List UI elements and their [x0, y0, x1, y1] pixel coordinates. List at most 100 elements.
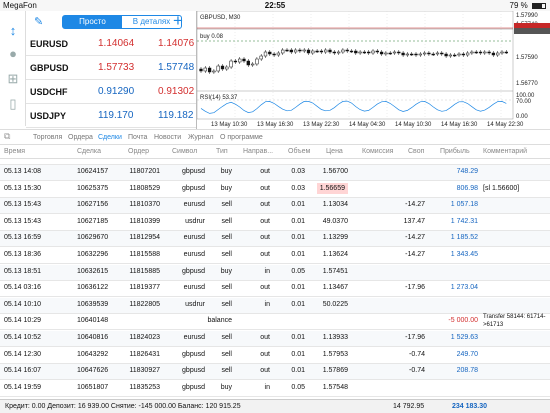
table-row[interactable]: 05.14 10:52 10640816 11824023 eurusd sell out… [0, 331, 550, 347]
column-header[interactable]: Сделка [77, 148, 101, 155]
time-axis-label: 14 May 22:30 [487, 122, 524, 128]
table-row[interactable]: 05.14 16:07 10647626 11830927 gbpusd sell out… [0, 364, 550, 381]
table-cell: 05.13 14:08 [4, 168, 41, 175]
quotes-arrows-icon[interactable]: ↕ [5, 23, 21, 39]
tab-item[interactable]: Ордера [68, 134, 93, 141]
column-header[interactable]: Время [4, 148, 25, 155]
time-axis-label: 14 May 16:30 [441, 122, 478, 128]
table-row[interactable]: 05.14 10:29 10640148 balance -5 000.00 Trans… [0, 314, 550, 331]
candle-body [259, 55, 263, 60]
candle-body [410, 53, 414, 56]
table-row[interactable]: 05.13 15:30 10625375 11808529 gbpusd buy out 0… [0, 182, 550, 198]
quote-row[interactable]: GBPUSD 1.57733 1.57748 [26, 57, 196, 80]
table-cell: eurusd [183, 251, 205, 258]
quote-bid[interactable]: 0.91290 [98, 86, 134, 97]
mode-simple-button[interactable]: Просто [63, 16, 122, 28]
quote-row[interactable]: USDCHF 0.91290 0.91302 [26, 81, 196, 104]
column-header[interactable]: Направ... [243, 148, 273, 155]
table-cell: eurusd [183, 284, 205, 292]
candle-body [341, 49, 345, 53]
tab-item[interactable]: Почта [128, 134, 147, 141]
candle-body [332, 51, 336, 54]
column-header[interactable]: Тип [216, 148, 228, 155]
table-row[interactable]: 05.13 16:59 10629670 11812954 eurusd sell out… [0, 231, 550, 248]
candle-body [483, 51, 487, 54]
quote-ask[interactable]: 119.182 [158, 110, 193, 121]
table-cell: 10640816 [77, 334, 109, 341]
left-toolbar: ↕ ● ⊞ ▯ [0, 11, 26, 126]
buy-order-label: buy 0.08 [200, 34, 224, 40]
column-header[interactable]: Комиссия [362, 148, 393, 155]
add-symbol-icon[interactable]: + [173, 12, 183, 30]
quote-symbol: EURUSD [30, 39, 69, 49]
table-cell: 10625375 [77, 184, 109, 192]
table-row[interactable]: 05.13 18:51 10632615 11815885 gbpusd buy in 0.… [0, 264, 550, 281]
quote-ask[interactable]: 0.91302 [158, 86, 194, 97]
candle-body [414, 53, 418, 56]
table-cell: out [260, 251, 270, 258]
document-icon[interactable]: ▯ [5, 96, 21, 112]
table-cell: 10624157 [77, 168, 109, 175]
table-row[interactable]: 05.14 12:30 10643292 11826431 gbpusd sell out… [0, 348, 550, 364]
table-row[interactable]: 05.13 14:08 10624157 11807201 gbpusd buy out 0… [0, 165, 550, 181]
chart-panel[interactable]: GBPUSD, M30 buy 0.08 RSI(14) 53.37 1.57990 1… [196, 11, 550, 129]
column-header[interactable]: Объем [288, 148, 310, 155]
table-cell: 0.01 [291, 251, 305, 258]
candle-body [504, 51, 508, 54]
candle-body [199, 68, 203, 72]
time-axis-label: 13 May 22:30 [303, 122, 340, 128]
clock: 22:55 [264, 1, 286, 10]
new-order-icon[interactable]: ⊞ [5, 71, 21, 87]
candle-body [255, 58, 259, 65]
quote-ask[interactable]: 1.14076 [158, 38, 194, 49]
candle-body [315, 50, 319, 53]
chat-icon[interactable]: ● [5, 46, 21, 62]
table-cell: balance [207, 317, 232, 325]
candle-body [405, 53, 410, 56]
quote-row[interactable]: EURUSD 1.14064 1.14076 [26, 33, 196, 56]
quote-row[interactable]: USDJPY 119.170 119.182 [26, 105, 196, 128]
table-cell: 0.01 [291, 300, 305, 308]
column-header[interactable]: Цена [326, 148, 343, 155]
tab-item[interactable]: Новости [154, 134, 181, 141]
table-cell: 10651807 [77, 383, 109, 391]
table-cell: 0.05 [291, 267, 305, 275]
battery-icon [532, 2, 546, 9]
column-header[interactable]: Ордер [128, 148, 149, 155]
column-header[interactable]: Своп [408, 148, 424, 155]
candle-body [225, 66, 229, 70]
column-header[interactable]: Комментарий [483, 148, 527, 155]
table-cell: 05.13 15:43 [4, 217, 41, 225]
table-cell: 11835253 [129, 383, 160, 391]
quote-bid[interactable]: 1.57733 [98, 62, 134, 73]
price-chart[interactable]: GBPUSD, M30 buy 0.08 RSI(14) 53.37 1.57990 1… [197, 11, 550, 129]
table-row[interactable]: 05.13 18:36 10632296 11815588 eurusd sell out… [0, 248, 550, 264]
table-row[interactable]: 05.14 19:59 10651807 11835253 gbpusd buy in 0.… [0, 381, 550, 397]
table-row[interactable]: 05.14 10:10 10639539 11822805 usdrur sell in 0… [0, 297, 550, 314]
tab-item[interactable]: Журнал [188, 134, 214, 141]
column-header[interactable]: Прибыль [440, 148, 470, 155]
tab-bar: ⧉ Торговля Ордера Сделки Почта Новости Журнал… [0, 129, 550, 145]
candle-body [397, 51, 401, 54]
tab-item[interactable]: О программе [220, 134, 263, 141]
table-row[interactable]: 05.13 15:43 10627156 11810370 eurusd sell out… [0, 198, 550, 215]
table-cell: 0.01 [291, 350, 305, 358]
table-cell: 10647626 [77, 367, 109, 375]
battery-level [533, 3, 543, 8]
table-row[interactable]: 05.14 03:16 10636122 11819377 eurusd sell out… [0, 281, 550, 298]
column-header[interactable]: Символ [172, 148, 197, 155]
window-icon[interactable]: ⧉ [4, 131, 10, 142]
candle-body [388, 52, 392, 55]
quote-bid[interactable]: 119.170 [98, 110, 133, 121]
table-row[interactable]: 05.13 15:43 10627185 11810399 usdrur sell out… [0, 215, 550, 231]
candle-body [367, 51, 371, 54]
tab-item[interactable]: Торговля [33, 134, 62, 141]
quote-ask[interactable]: 1.57748 [158, 62, 194, 73]
tab-item[interactable]: Сделки [98, 134, 122, 141]
table-cell: Transfer 58144: 61714->61713 [483, 314, 546, 329]
table-cell: 1.56659 [316, 182, 348, 194]
edit-pencil-icon[interactable]: ✎ [34, 15, 43, 28]
quote-bid[interactable]: 1.14064 [98, 38, 134, 49]
candle-body [229, 60, 233, 68]
table-cell: sell [221, 367, 232, 375]
